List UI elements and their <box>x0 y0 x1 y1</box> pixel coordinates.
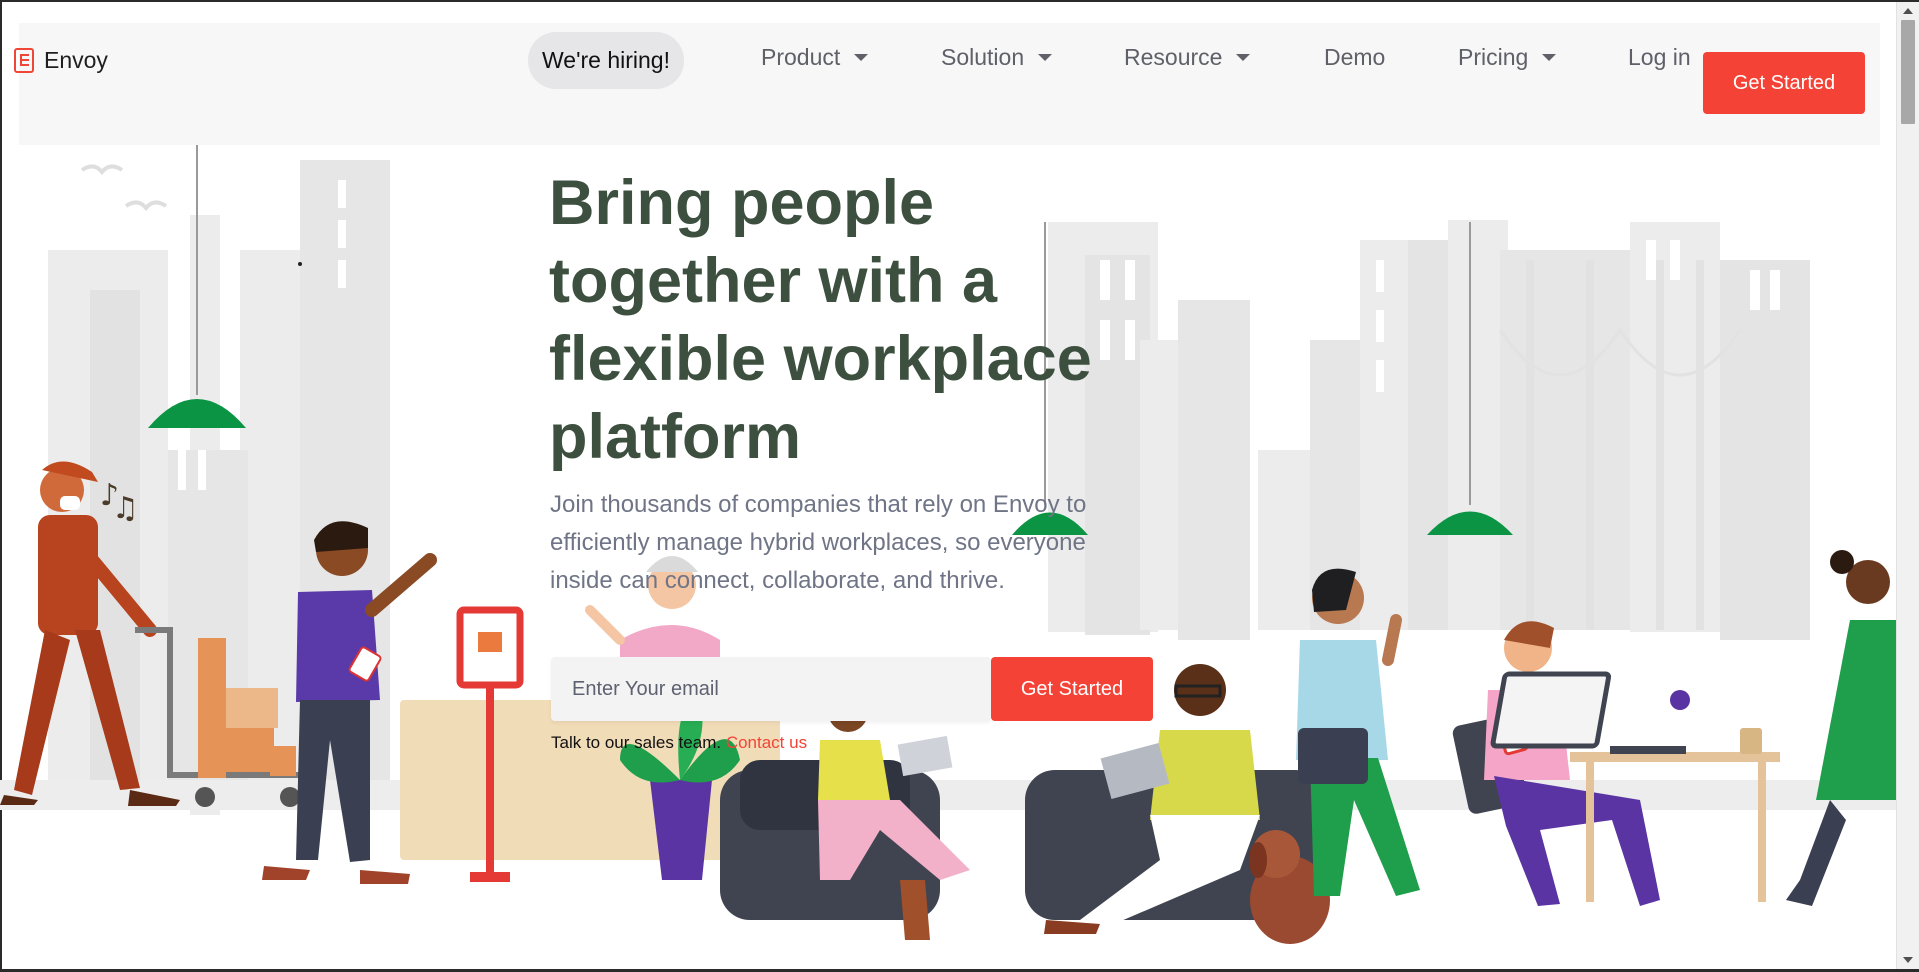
nav-pricing-label: Pricing <box>1458 44 1529 70</box>
background-speck <box>298 262 302 266</box>
contact-us-link[interactable]: Contact us <box>726 733 807 752</box>
man-at-desk <box>1452 621 1660 906</box>
sales-contact-line: Talk to our sales team. Contact us <box>551 733 807 753</box>
sales-text: Talk to our sales team. <box>551 733 722 752</box>
scroll-down-arrow-icon[interactable] <box>1903 957 1913 963</box>
nav-get-started-button[interactable]: Get Started <box>1703 52 1865 114</box>
bird-2 <box>124 200 168 212</box>
email-input[interactable] <box>551 657 991 721</box>
nav-solution-label: Solution <box>941 44 1025 70</box>
caret-down-icon <box>1236 54 1251 61</box>
hero-title: Bring people together with a flexible wo… <box>549 168 1092 472</box>
scroll-up-arrow-icon[interactable] <box>1903 8 1913 14</box>
vertical-scrollbar[interactable] <box>1896 2 1919 969</box>
nav-resource-label: Resource <box>1124 44 1223 70</box>
hiring-pill-button[interactable]: We're hiring! <box>528 32 684 89</box>
hero-get-started-button[interactable]: Get Started <box>991 657 1153 721</box>
nav-pricing[interactable]: Pricing <box>1458 44 1557 71</box>
nav-login-link[interactable]: Log in <box>1628 44 1691 71</box>
brand-logo[interactable]: Envoy <box>14 47 108 74</box>
scrollbar-thumb[interactable] <box>1901 20 1915 124</box>
hero-subtitle: Join thousands of companies that rely on… <box>550 491 1087 594</box>
nav-solution[interactable]: Solution <box>941 44 1053 71</box>
nav-demo-label: Demo <box>1324 44 1386 70</box>
top-navigation-bar <box>19 23 1880 145</box>
caret-down-icon <box>1038 54 1053 61</box>
svg-text:♫: ♫ <box>112 491 139 526</box>
caret-down-icon <box>854 54 869 61</box>
window-frame-top <box>0 0 1919 2</box>
bird-1 <box>80 164 124 176</box>
brand-name: Envoy <box>44 47 108 73</box>
caret-down-icon <box>1542 54 1557 61</box>
nav-product-label: Product <box>761 44 841 70</box>
envoy-logo-icon <box>14 48 34 73</box>
nav-product[interactable]: Product <box>761 44 869 71</box>
nav-resource[interactable]: Resource <box>1124 44 1251 71</box>
right-city-skyline <box>1048 220 1810 640</box>
nav-demo[interactable]: Demo <box>1324 44 1385 71</box>
